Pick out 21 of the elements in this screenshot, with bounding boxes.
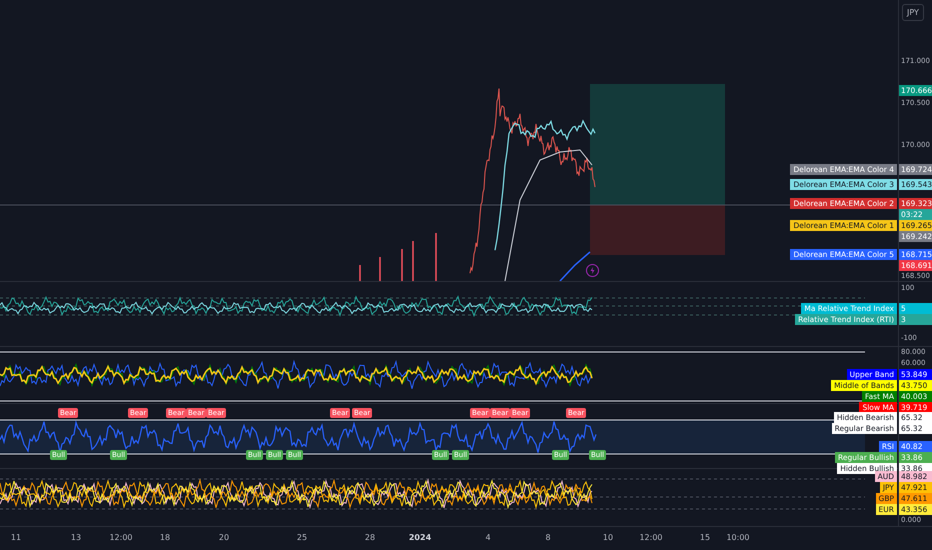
time-label: 28 bbox=[364, 533, 376, 542]
time-label: 12:00 bbox=[109, 533, 133, 542]
time-label: 8 bbox=[545, 533, 551, 542]
time-label: 18 bbox=[160, 533, 170, 542]
time-label: 13 bbox=[70, 533, 82, 542]
candle-wick bbox=[359, 265, 361, 281]
lightning-icon[interactable] bbox=[586, 264, 599, 277]
candle-wick bbox=[435, 233, 437, 281]
time-label: 10 bbox=[602, 533, 614, 542]
candle-wick bbox=[379, 257, 381, 281]
time-label: 20 bbox=[218, 533, 230, 542]
time-label: 12:00 bbox=[639, 533, 663, 542]
time-label: 11 bbox=[10, 533, 22, 542]
candle-wick bbox=[412, 241, 414, 281]
time-label: 10:00 bbox=[726, 533, 750, 542]
time-label: 15 bbox=[700, 533, 710, 542]
time-label: 2024 bbox=[408, 533, 432, 542]
time-label: 25 bbox=[296, 533, 308, 542]
candle-wick bbox=[401, 249, 403, 281]
currency-button[interactable]: JPY bbox=[902, 4, 924, 21]
time-label: 4 bbox=[485, 533, 491, 542]
